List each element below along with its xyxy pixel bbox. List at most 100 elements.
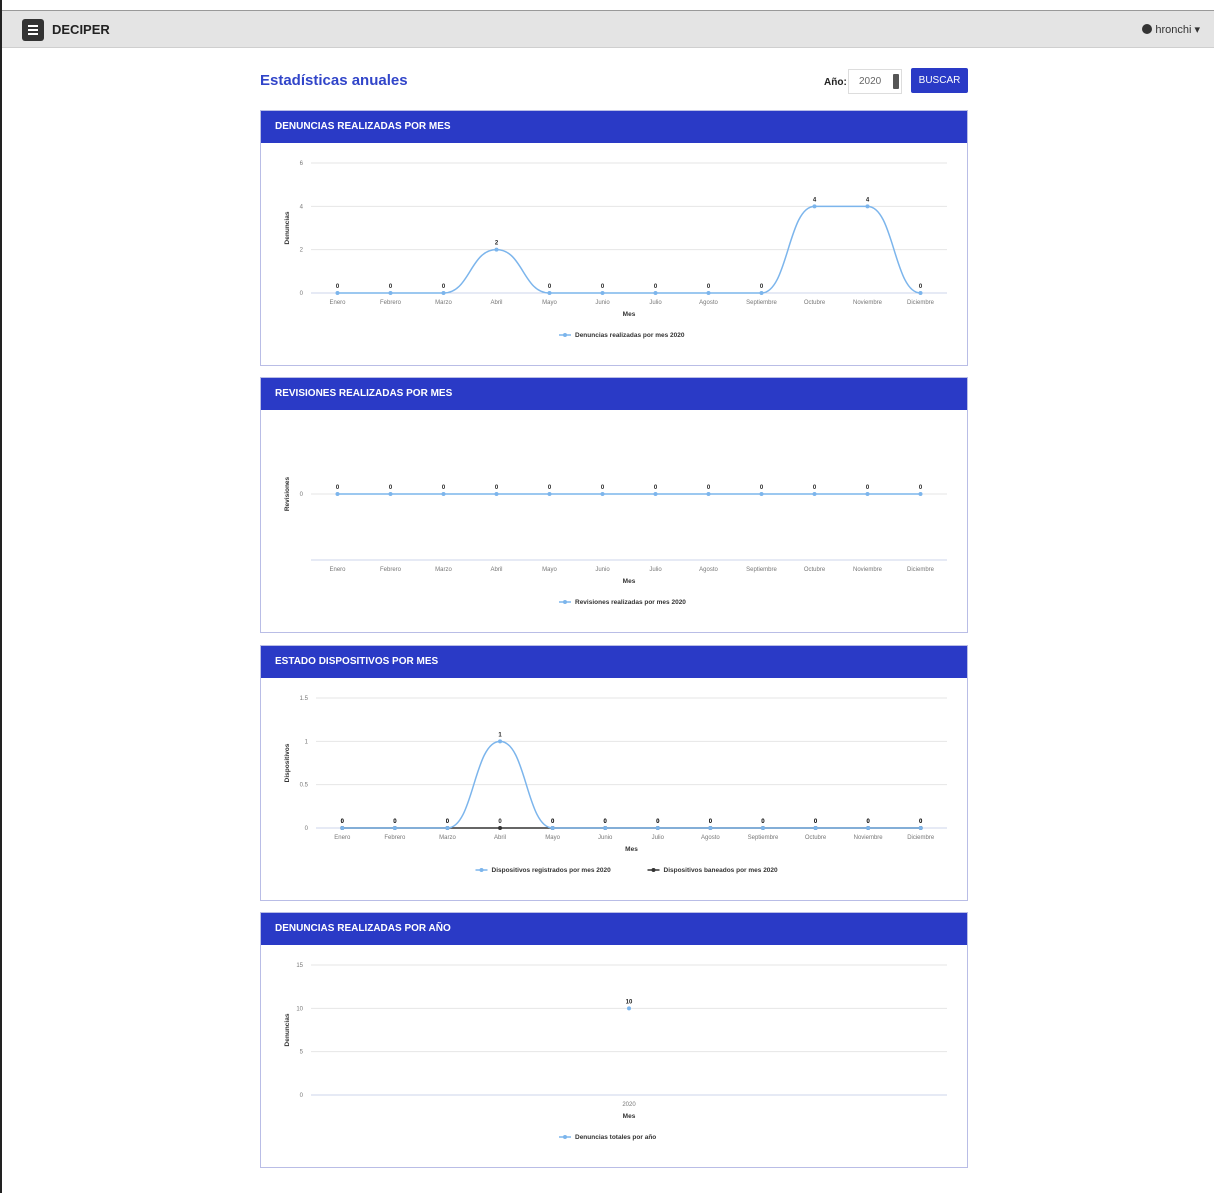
data-point bbox=[865, 204, 870, 209]
data-point bbox=[759, 492, 764, 496]
app-brand[interactable]: DECIPER bbox=[52, 22, 110, 37]
search-button[interactable]: BUSCAR bbox=[911, 68, 968, 93]
data-label: 0 bbox=[601, 485, 605, 491]
data-label: 0 bbox=[604, 819, 608, 825]
y-tick-label: 2 bbox=[300, 248, 304, 254]
chart-denuncias-anio: 0 5 10 15 2020 Mes Denuncias 10 Denuncias totale… bbox=[284, 963, 947, 1141]
data-label: 0 bbox=[654, 485, 658, 491]
card-denuncias-mes: DENUNCIAS REALIZADAS POR MES 0 2 4 6 Enero Fe… bbox=[260, 110, 968, 366]
x-tick-label: Noviembre bbox=[854, 835, 884, 841]
data-point bbox=[494, 247, 499, 252]
data-label: 0 bbox=[919, 284, 923, 290]
x-tick-label: Abril bbox=[490, 567, 502, 573]
x-tick-label: Octubre bbox=[804, 567, 826, 573]
x-tick-label: Noviembre bbox=[853, 567, 883, 573]
x-tick-label: Abril bbox=[494, 835, 506, 841]
x-tick-label: Mayo bbox=[542, 567, 557, 573]
data-point bbox=[550, 826, 555, 830]
top-navbar: DECIPER hronchi ▾ bbox=[2, 10, 1214, 48]
x-tick-label: Octubre bbox=[804, 300, 826, 306]
data-point bbox=[600, 492, 605, 496]
y-tick-label: 4 bbox=[300, 204, 304, 210]
legend-item: Dispositivos baneados por mes 2020 bbox=[664, 867, 779, 874]
user-circle-icon bbox=[1142, 24, 1153, 34]
legend-marker bbox=[479, 868, 484, 872]
data-point bbox=[760, 826, 765, 830]
data-label: 0 bbox=[548, 284, 552, 290]
y-axis-title: Denuncias bbox=[284, 211, 291, 244]
data-point bbox=[918, 826, 923, 830]
x-tick-label: Mayo bbox=[542, 300, 557, 306]
x-tick-label: Agosto bbox=[699, 567, 718, 573]
legend-marker bbox=[563, 333, 567, 337]
user-menu[interactable]: hronchi ▾ bbox=[1142, 23, 1200, 36]
data-label: 0 bbox=[393, 819, 397, 825]
x-tick-label: 2020 bbox=[622, 1102, 636, 1108]
data-label: 0 bbox=[336, 485, 340, 491]
data-point bbox=[494, 492, 499, 496]
data-point bbox=[759, 291, 764, 295]
data-point bbox=[812, 492, 817, 496]
data-label: 0 bbox=[389, 485, 393, 491]
x-axis-title: Mes bbox=[623, 311, 636, 318]
data-point bbox=[547, 291, 552, 295]
card-estado-dispositivos: ESTADO DISPOSITIVOS POR MES 0 0.5 1 1.5 Ener… bbox=[260, 645, 968, 901]
data-label: 0 bbox=[760, 485, 764, 491]
hamburger-menu-icon[interactable] bbox=[22, 19, 44, 41]
data-label: 0 bbox=[707, 284, 711, 290]
data-point bbox=[655, 826, 660, 830]
x-tick-label: Octubre bbox=[805, 835, 827, 841]
data-label: 0 bbox=[919, 485, 923, 491]
legend-item: Denuncias realizadas por mes 2020 bbox=[575, 332, 685, 339]
card-header: DENUNCIAS REALIZADAS POR AÑO bbox=[261, 913, 967, 945]
data-label: 0 bbox=[446, 819, 450, 825]
data-label: 0 bbox=[498, 819, 502, 825]
y-tick-label: 0 bbox=[305, 826, 309, 832]
x-tick-label: Septiembre bbox=[746, 300, 777, 306]
legend-item: Denuncias totales por año bbox=[575, 1134, 656, 1141]
user-name: hronchi bbox=[1155, 24, 1192, 36]
data-label: 0 bbox=[495, 485, 499, 491]
data-label: 0 bbox=[761, 819, 765, 825]
x-tick-label: Junio bbox=[595, 300, 610, 306]
data-label: 0 bbox=[601, 284, 605, 290]
data-label: 10 bbox=[626, 999, 633, 1005]
x-tick-label: Noviembre bbox=[853, 300, 883, 306]
page-title: Estadísticas anuales bbox=[260, 72, 408, 89]
y-axis-title: Revisiones bbox=[284, 476, 291, 511]
data-label: 0 bbox=[866, 485, 870, 491]
x-tick-label: Marzo bbox=[435, 300, 452, 306]
x-tick-label: Junio bbox=[598, 835, 613, 841]
x-axis-title: Mes bbox=[623, 578, 636, 585]
data-point bbox=[388, 291, 393, 295]
chart-estado-dispositivos: 0 0.5 1 1.5 Enero Febrero Marzo Abril Mayo Junio J… bbox=[284, 696, 947, 874]
data-point bbox=[335, 291, 340, 295]
x-tick-label: Julio bbox=[652, 835, 665, 841]
data-point bbox=[866, 826, 871, 830]
y-tick-label: 10 bbox=[296, 1006, 303, 1012]
chart-denuncias-mes: 0 2 4 6 Enero Febrero Marzo Abril Mayo Junio Julio… bbox=[284, 161, 947, 339]
year-select[interactable]: 2020 bbox=[848, 69, 902, 94]
select-spinner-icon[interactable] bbox=[893, 74, 899, 89]
x-tick-label: Septiembre bbox=[748, 835, 779, 841]
data-label: 0 bbox=[336, 284, 340, 290]
data-label: 0 bbox=[656, 819, 660, 825]
x-tick-label: Enero bbox=[334, 835, 351, 841]
x-tick-label: Marzo bbox=[439, 835, 456, 841]
data-point bbox=[441, 291, 446, 295]
data-point bbox=[340, 826, 345, 830]
data-label: 0 bbox=[709, 819, 713, 825]
x-tick-label: Septiembre bbox=[746, 567, 777, 573]
y-tick-label: 15 bbox=[296, 963, 303, 969]
x-tick-label: Abril bbox=[490, 300, 502, 306]
data-label: 0 bbox=[442, 284, 446, 290]
legend-marker bbox=[651, 868, 656, 872]
data-label: 0 bbox=[341, 819, 345, 825]
x-axis-title: Mes bbox=[623, 1113, 636, 1120]
y-tick-label: 6 bbox=[300, 161, 304, 167]
data-point bbox=[547, 492, 552, 496]
data-label: 2 bbox=[495, 241, 499, 247]
legend-marker bbox=[563, 600, 567, 604]
data-point bbox=[388, 492, 393, 496]
x-tick-label: Agosto bbox=[699, 300, 718, 306]
